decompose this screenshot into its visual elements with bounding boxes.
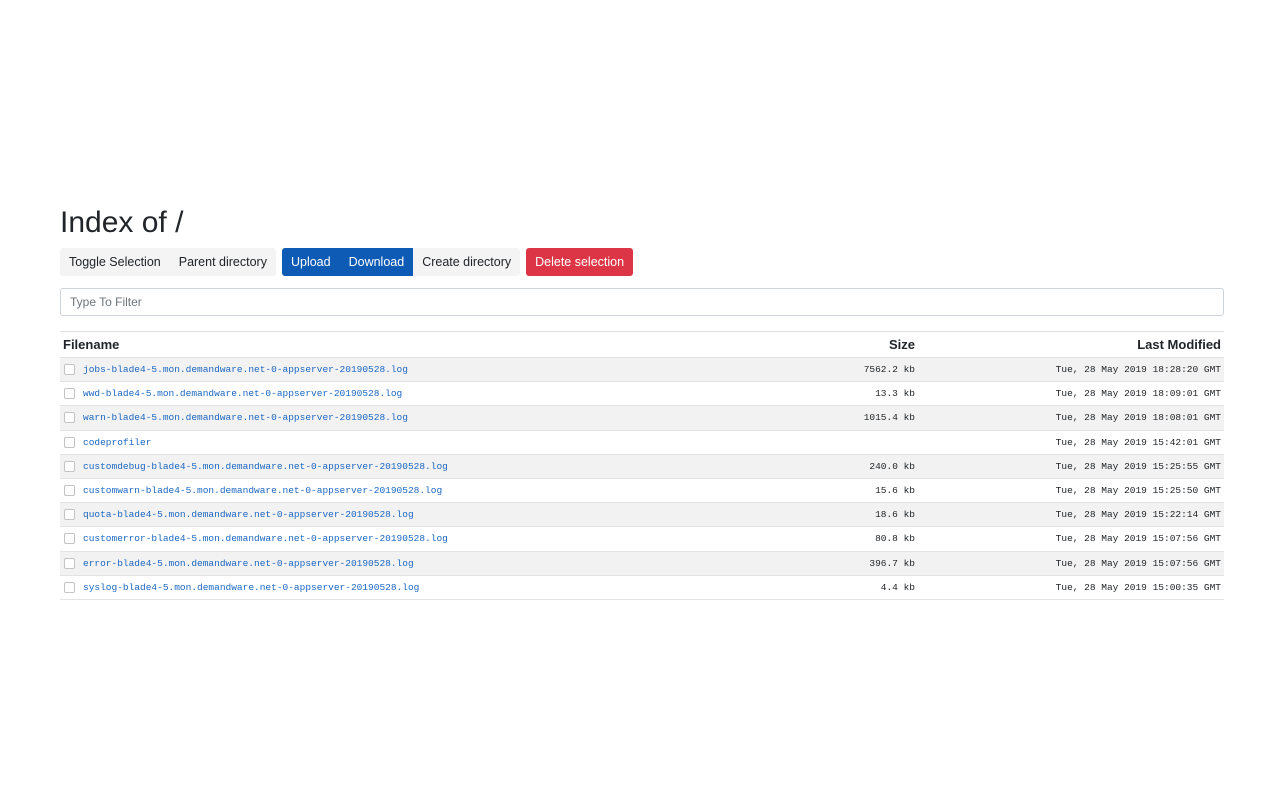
table-row: customdebug-blade4-5.mon.demandware.net-…: [60, 454, 1224, 479]
filename-cell: wwd-blade4-5.mon.demandware.net-0-appser…: [60, 381, 712, 407]
filename-column-header[interactable]: Filename: [60, 331, 712, 358]
page-title: Index of /: [60, 206, 184, 239]
transfer-button-group: Upload Download Create directory: [281, 248, 521, 276]
size-column-header[interactable]: Size: [712, 331, 918, 358]
toolbar: Toggle Selection Parent directory Upload…: [60, 248, 1224, 276]
file-size-cell: 396.7 kb: [712, 551, 918, 576]
file-list: jobs-blade4-5.mon.demandware.net-0-appse…: [60, 357, 1224, 600]
last-modified-cell: Tue, 28 May 2019 18:28:20 GMT: [918, 357, 1224, 383]
file-table: Filename Size Last Modified jobs-blade4-…: [60, 331, 1224, 600]
file-link[interactable]: warn-blade4-5.mon.demandware.net-0-appse…: [83, 412, 408, 423]
table-row: jobs-blade4-5.mon.demandware.net-0-appse…: [60, 357, 1224, 383]
upload-button[interactable]: Upload: [281, 248, 340, 276]
file-size-cell: 240.0 kb: [712, 454, 918, 479]
last-modified-cell: Tue, 28 May 2019 15:25:50 GMT: [918, 478, 1224, 504]
table-row: codeprofiler Tue, 28 May 2019 15:42:01 GM…: [60, 430, 1224, 455]
table-header-row: Filename Size Last Modified: [60, 331, 1224, 358]
filename-cell: customerror-blade4-5.mon.demandware.net-…: [60, 526, 712, 552]
filename-cell: jobs-blade4-5.mon.demandware.net-0-appse…: [60, 357, 712, 383]
filename-cell: syslog-blade4-5.mon.demandware.net-0-app…: [60, 575, 712, 600]
file-link[interactable]: codeprofiler: [83, 437, 151, 448]
file-size-cell: 4.4 kb: [712, 575, 918, 600]
file-link[interactable]: error-blade4-5.mon.demandware.net-0-apps…: [83, 558, 414, 569]
file-size-cell: 15.6 kb: [712, 478, 918, 504]
file-size-cell: 80.8 kb: [712, 526, 918, 552]
row-select-checkbox[interactable]: [64, 460, 75, 472]
file-size-cell: 7562.2 kb: [712, 357, 918, 383]
file-link[interactable]: jobs-blade4-5.mon.demandware.net-0-appse…: [83, 364, 408, 375]
delete-selection-button[interactable]: Delete selection: [526, 248, 634, 276]
last-modified-cell: Tue, 28 May 2019 18:08:01 GMT: [918, 405, 1224, 431]
create-directory-button[interactable]: Create directory: [413, 248, 521, 276]
filter-input[interactable]: [60, 288, 1224, 316]
file-size-cell: [712, 430, 918, 455]
file-link[interactable]: customerror-blade4-5.mon.demandware.net-…: [83, 533, 448, 544]
file-link[interactable]: wwd-blade4-5.mon.demandware.net-0-appser…: [83, 388, 402, 399]
row-select-checkbox[interactable]: [64, 557, 75, 569]
file-link[interactable]: customdebug-blade4-5.mon.demandware.net-…: [83, 461, 448, 472]
filename-cell: customwarn-blade4-5.mon.demandware.net-0…: [60, 478, 712, 504]
table-row: quota-blade4-5.mon.demandware.net-0-apps…: [60, 502, 1224, 528]
selection-button-group: Toggle Selection Parent directory: [60, 248, 276, 276]
row-select-checkbox[interactable]: [64, 364, 75, 376]
last-modified-cell: Tue, 28 May 2019 15:00:35 GMT: [918, 575, 1224, 600]
last-modified-column-header[interactable]: Last Modified: [918, 331, 1224, 358]
filename-cell: codeprofiler: [60, 430, 712, 455]
last-modified-cell: Tue, 28 May 2019 15:42:01 GMT: [918, 430, 1224, 455]
last-modified-cell: Tue, 28 May 2019 15:22:14 GMT: [918, 502, 1224, 528]
file-link[interactable]: customwarn-blade4-5.mon.demandware.net-0…: [83, 485, 442, 496]
file-size-cell: 13.3 kb: [712, 381, 918, 407]
last-modified-cell: Tue, 28 May 2019 15:07:56 GMT: [918, 551, 1224, 576]
row-select-checkbox[interactable]: [64, 388, 75, 400]
parent-directory-button[interactable]: Parent directory: [169, 248, 276, 276]
row-select-checkbox[interactable]: [64, 509, 75, 521]
table-row: warn-blade4-5.mon.demandware.net-0-appse…: [60, 405, 1224, 431]
table-row: customwarn-blade4-5.mon.demandware.net-0…: [60, 478, 1224, 504]
last-modified-cell: Tue, 28 May 2019 15:07:56 GMT: [918, 526, 1224, 552]
file-link[interactable]: quota-blade4-5.mon.demandware.net-0-apps…: [83, 509, 414, 520]
table-row: customerror-blade4-5.mon.demandware.net-…: [60, 526, 1224, 552]
filename-cell: customdebug-blade4-5.mon.demandware.net-…: [60, 454, 712, 479]
filename-cell: quota-blade4-5.mon.demandware.net-0-apps…: [60, 502, 712, 528]
row-select-checkbox[interactable]: [64, 436, 75, 448]
page-container: Index of / Toggle Selection Parent direc…: [60, 205, 1224, 600]
row-select-checkbox[interactable]: [64, 581, 75, 593]
file-size-cell: 1015.4 kb: [712, 405, 918, 431]
table-row: wwd-blade4-5.mon.demandware.net-0-appser…: [60, 381, 1224, 407]
row-select-checkbox[interactable]: [64, 485, 75, 497]
table-row: error-blade4-5.mon.demandware.net-0-apps…: [60, 551, 1224, 576]
toggle-selection-button[interactable]: Toggle Selection: [60, 248, 170, 276]
row-select-checkbox[interactable]: [64, 533, 75, 545]
row-select-checkbox[interactable]: [64, 412, 75, 424]
table-row: syslog-blade4-5.mon.demandware.net-0-app…: [60, 575, 1224, 600]
file-size-cell: 18.6 kb: [712, 502, 918, 528]
filename-cell: error-blade4-5.mon.demandware.net-0-apps…: [60, 551, 712, 576]
download-button[interactable]: Download: [339, 248, 414, 276]
last-modified-cell: Tue, 28 May 2019 18:09:01 GMT: [918, 381, 1224, 407]
file-link[interactable]: syslog-blade4-5.mon.demandware.net-0-app…: [83, 582, 419, 593]
filename-cell: warn-blade4-5.mon.demandware.net-0-appse…: [60, 405, 712, 431]
last-modified-cell: Tue, 28 May 2019 15:25:55 GMT: [918, 454, 1224, 479]
